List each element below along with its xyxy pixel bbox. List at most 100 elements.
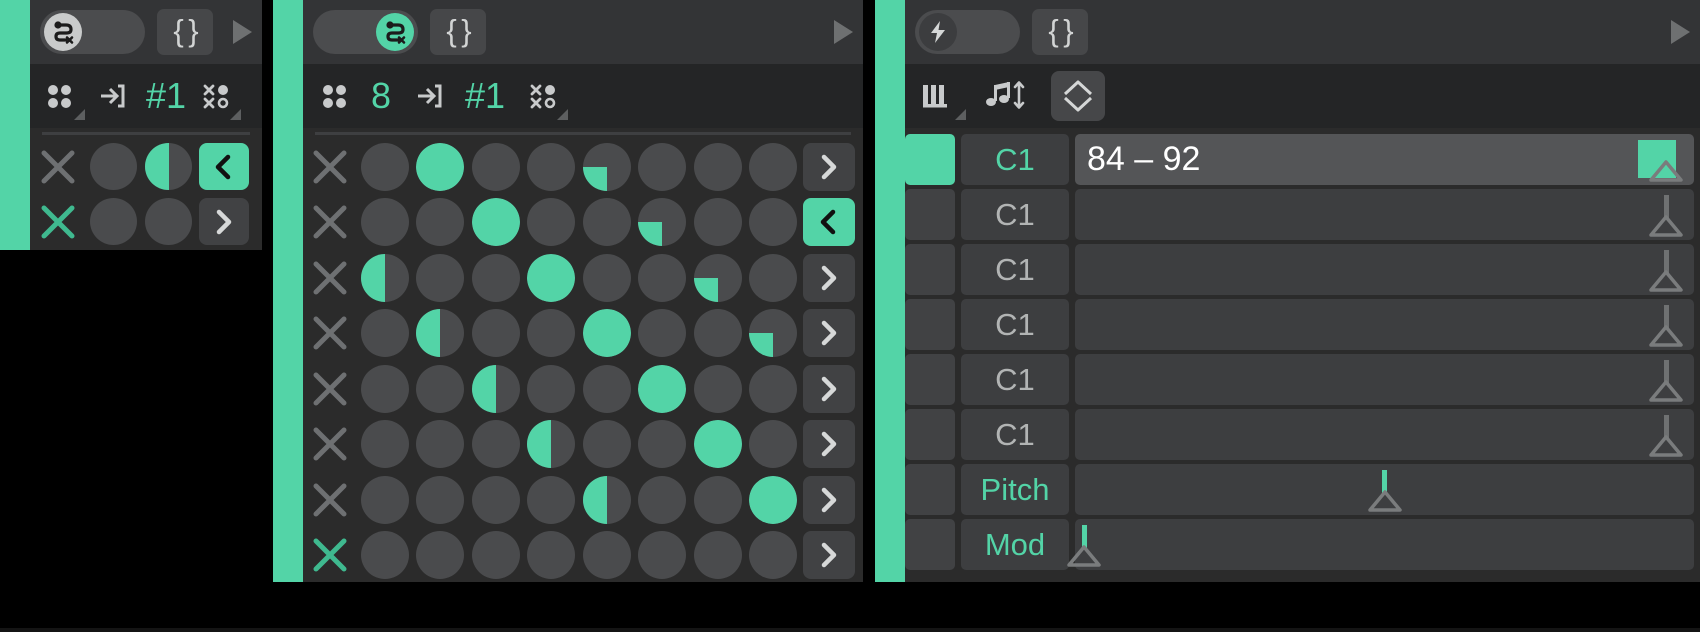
- step-cell[interactable]: [579, 531, 635, 580]
- step-circle-empty[interactable]: [638, 253, 687, 302]
- step-cell[interactable]: [468, 531, 524, 580]
- step-cell[interactable]: [690, 420, 746, 469]
- row-clear-cell[interactable]: [303, 312, 357, 354]
- lane-slider-handle[interactable]: [1646, 268, 1686, 299]
- step-cell[interactable]: [524, 198, 580, 247]
- step-cell[interactable]: [690, 253, 746, 302]
- play-triangle-icon[interactable]: [834, 20, 853, 44]
- step-circle-empty[interactable]: [693, 142, 742, 191]
- middle-panel-pattern-number[interactable]: #1: [465, 73, 505, 119]
- step-cell[interactable]: [746, 531, 802, 580]
- lane-slider-handle[interactable]: [1646, 213, 1686, 244]
- left-panel-pattern-number[interactable]: #1: [146, 73, 186, 119]
- step-cell[interactable]: [579, 142, 635, 191]
- step-circle-empty[interactable]: [360, 475, 409, 524]
- clear-row-icon[interactable]: [309, 479, 351, 521]
- left-panel-bypass-toggle[interactable]: [40, 10, 145, 54]
- step-circle-empty[interactable]: [693, 475, 742, 524]
- step-cell[interactable]: [468, 142, 524, 191]
- step-cell[interactable]: [746, 309, 802, 358]
- step-cell[interactable]: [579, 364, 635, 413]
- row-direction-button-right[interactable]: [803, 309, 855, 358]
- row-direction-cell[interactable]: [801, 531, 857, 580]
- step-circle-empty[interactable]: [527, 198, 576, 247]
- row-direction-cell[interactable]: [801, 475, 857, 524]
- middle-panel-bypass-toggle[interactable]: [313, 10, 418, 54]
- step-circle-empty[interactable]: [416, 420, 465, 469]
- step-circle-quarter[interactable]: [582, 142, 631, 191]
- right-panel-braces-button[interactable]: { }: [1032, 9, 1088, 55]
- row-clear-cell[interactable]: [303, 423, 357, 465]
- step-cell[interactable]: [579, 309, 635, 358]
- step-circle-empty[interactable]: [90, 198, 137, 245]
- step-cell[interactable]: [524, 309, 580, 358]
- step-circle-empty[interactable]: [471, 531, 520, 580]
- step-circle-empty[interactable]: [638, 531, 687, 580]
- step-circle-empty[interactable]: [90, 143, 137, 190]
- row-direction-button-left[interactable]: [803, 198, 855, 247]
- x-dots-icon[interactable]: [525, 73, 569, 120]
- step-circle-empty[interactable]: [693, 364, 742, 413]
- lane-enable-checkbox[interactable]: [905, 189, 955, 240]
- row-clear-cell[interactable]: [303, 534, 357, 576]
- step-cell[interactable]: [141, 143, 196, 190]
- step-circle-half[interactable]: [360, 253, 409, 302]
- step-circle-empty[interactable]: [527, 309, 576, 358]
- step-cell[interactable]: [141, 198, 196, 245]
- step-cell[interactable]: [635, 309, 691, 358]
- lane-value-slider[interactable]: [1075, 464, 1694, 515]
- step-circle-empty[interactable]: [638, 142, 687, 191]
- middle-panel-braces-button[interactable]: { }: [430, 9, 486, 55]
- step-cell[interactable]: [357, 198, 413, 247]
- lane-value-slider[interactable]: [1075, 409, 1694, 460]
- step-cell[interactable]: [357, 420, 413, 469]
- step-circle-half[interactable]: [416, 309, 465, 358]
- step-circle-empty[interactable]: [360, 309, 409, 358]
- play-triangle-icon[interactable]: [1671, 20, 1690, 44]
- step-cell[interactable]: [413, 198, 469, 247]
- step-circle-half[interactable]: [471, 364, 520, 413]
- step-cell[interactable]: [413, 364, 469, 413]
- lane-value-slider[interactable]: [1067, 519, 1694, 570]
- row-direction-cell[interactable]: [196, 198, 251, 245]
- lane-label[interactable]: C1: [961, 244, 1069, 295]
- step-circle-half[interactable]: [582, 475, 631, 524]
- step-cell[interactable]: [635, 198, 691, 247]
- step-cell[interactable]: [690, 198, 746, 247]
- lane-label[interactable]: Mod: [961, 519, 1069, 570]
- step-cell[interactable]: [746, 420, 802, 469]
- clear-row-icon[interactable]: [309, 312, 351, 354]
- step-cell[interactable]: [357, 309, 413, 358]
- lane-enable-checkbox[interactable]: [905, 519, 955, 570]
- left-panel-braces-button[interactable]: { }: [157, 9, 213, 55]
- step-cell[interactable]: [468, 420, 524, 469]
- step-cell[interactable]: [635, 531, 691, 580]
- lane-value-slider[interactable]: [1075, 299, 1694, 350]
- step-cell[interactable]: [690, 531, 746, 580]
- step-cell[interactable]: [357, 531, 413, 580]
- step-circle-empty[interactable]: [360, 364, 409, 413]
- step-circle-empty[interactable]: [471, 475, 520, 524]
- step-circle-full[interactable]: [749, 475, 798, 524]
- step-cell[interactable]: [746, 198, 802, 247]
- step-cell[interactable]: [357, 475, 413, 524]
- row-direction-cell[interactable]: [801, 142, 857, 191]
- step-circle-empty[interactable]: [693, 531, 742, 580]
- step-cell[interactable]: [357, 253, 413, 302]
- step-circle-empty[interactable]: [416, 253, 465, 302]
- step-circle-empty[interactable]: [582, 253, 631, 302]
- row-direction-button-right[interactable]: [803, 475, 855, 524]
- step-cell[interactable]: [635, 420, 691, 469]
- clear-row-icon[interactable]: [309, 201, 351, 243]
- step-circle-quarter[interactable]: [638, 198, 687, 247]
- step-circle-empty[interactable]: [360, 142, 409, 191]
- lane-enable-checkbox[interactable]: [905, 134, 955, 185]
- right-panel-bypass-toggle[interactable]: [915, 10, 1020, 54]
- step-cell[interactable]: [635, 475, 691, 524]
- step-circle-empty[interactable]: [527, 142, 576, 191]
- step-cell[interactable]: [357, 364, 413, 413]
- row-direction-button-right[interactable]: [803, 142, 855, 191]
- step-cell[interactable]: [413, 531, 469, 580]
- row-direction-button-left[interactable]: [198, 143, 249, 190]
- step-circle-empty[interactable]: [360, 531, 409, 580]
